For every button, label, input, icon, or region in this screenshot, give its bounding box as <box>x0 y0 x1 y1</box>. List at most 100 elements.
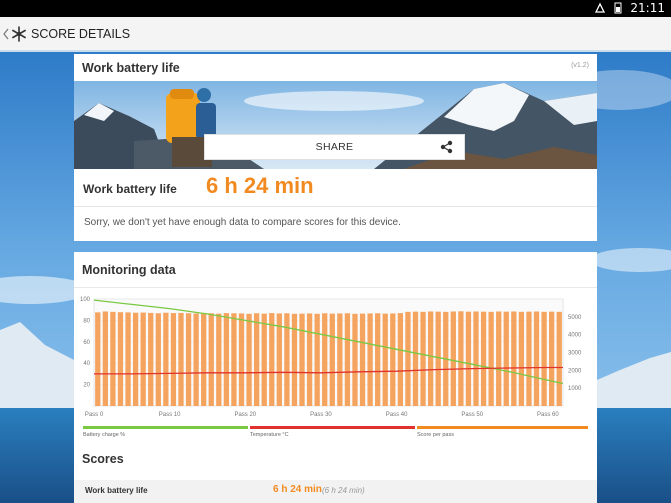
comparison-note: Sorry, we don't yet have enough data to … <box>84 217 401 228</box>
x-axis-tick-label: Pass 0 <box>85 412 104 418</box>
legend-label-temperature: Temperature °C <box>250 432 289 438</box>
right-axis-tick-label: 4000 <box>568 333 582 339</box>
page-title: SCORE DETAILS <box>31 26 131 41</box>
x-axis-tick-label: Pass 50 <box>461 412 483 418</box>
score-bar <box>178 312 184 406</box>
score-bar <box>473 311 479 406</box>
score-bar <box>306 313 313 406</box>
score-bar <box>276 313 282 406</box>
score-bar <box>458 311 464 406</box>
score-bar <box>344 313 351 406</box>
score-bar <box>269 313 275 406</box>
score-bar <box>450 311 456 406</box>
left-axis-tick-label: 40 <box>83 361 90 367</box>
score-bar <box>223 313 230 406</box>
table-row: Work battery life 6 h 24 min (6 h 24 min… <box>74 480 597 503</box>
share-label: SHARE <box>315 141 354 153</box>
right-axis-tick-label: 1000 <box>568 386 582 392</box>
score-bar <box>480 311 487 406</box>
score-bar <box>322 313 328 406</box>
monitoring-chart: 20 40 60 80 100 1000 2000 3000 4000 5000 Pass 0 Pas… <box>80 297 582 418</box>
left-axis-tick-label: 60 <box>83 340 90 346</box>
score-bar <box>382 313 388 406</box>
score-bar <box>367 313 373 406</box>
back-button[interactable] <box>3 25 27 42</box>
score-bar <box>185 313 192 406</box>
left-axis-tick-label: 20 <box>83 383 90 389</box>
left-axis-tick-label: 100 <box>80 297 91 303</box>
score-bar <box>496 311 502 406</box>
legend-label-battery: Battery charge % <box>83 432 126 438</box>
x-axis-tick-label: Pass 60 <box>537 412 559 418</box>
score-bar <box>390 313 396 406</box>
score-bar <box>526 311 532 406</box>
score-bar <box>140 312 146 406</box>
score-bar <box>435 311 441 406</box>
score-bar <box>549 311 555 406</box>
status-bar: 21:11 <box>0 0 671 17</box>
app-bar: SCORE DETAILS <box>0 17 671 52</box>
card-title: Work battery life <box>82 61 180 75</box>
score-bar <box>314 313 320 406</box>
x-axis-tick-label: Pass 40 <box>386 412 408 418</box>
score-bar <box>299 313 305 406</box>
score-bar <box>170 313 177 406</box>
right-axis-tick-label: 3000 <box>568 351 582 357</box>
score-row: Work battery life 6 h 24 min <box>74 169 597 207</box>
share-icon <box>440 140 453 154</box>
card-title: Monitoring data <box>82 263 176 277</box>
score-bar <box>231 313 237 406</box>
score-bar <box>556 311 562 406</box>
monitoring-card: Monitoring data 20 40 60 80 100 1000 2000 3000 4… <box>74 252 597 503</box>
score-bar <box>329 313 335 406</box>
score-bar <box>488 311 494 406</box>
battery-icon <box>614 2 622 14</box>
score-bar <box>125 312 131 406</box>
notification-icon <box>595 2 606 13</box>
score-bar <box>375 313 381 406</box>
score-bar <box>193 313 199 406</box>
score-bar <box>291 313 298 406</box>
score-bar <box>465 311 472 406</box>
x-axis-tick-label: Pass 10 <box>159 412 181 418</box>
version-label: (v1.2) <box>571 62 589 69</box>
score-bar <box>238 313 245 406</box>
score-bar <box>337 313 343 406</box>
score-bar <box>541 311 547 406</box>
score-secondary: (6 h 24 min) <box>322 486 365 495</box>
score-bar <box>216 313 222 406</box>
x-axis-tick-label: Pass 20 <box>234 412 256 418</box>
score-value: 6 h 24 min <box>206 173 314 198</box>
legend-label-score: Score per pass <box>417 432 454 438</box>
right-axis-tick-label: 5000 <box>568 315 582 321</box>
score-bar <box>155 313 161 406</box>
score-name: Work battery life <box>85 486 148 495</box>
clock: 21:11 <box>630 1 665 15</box>
score-bar <box>397 313 404 406</box>
snowflake-logo-icon <box>12 25 26 42</box>
score-bar <box>163 312 169 406</box>
score-bar <box>95 312 101 406</box>
share-button[interactable]: SHARE <box>204 134 465 160</box>
left-axis-tick-label: 80 <box>83 318 90 324</box>
score-bar <box>511 311 517 406</box>
score-bar <box>117 312 124 406</box>
divider <box>74 287 597 288</box>
legend-swatch-score <box>417 426 588 429</box>
score-value: 6 h 24 min <box>273 484 322 495</box>
score-bar <box>405 311 411 406</box>
score-bar <box>420 311 426 406</box>
summary-card: Work battery life (v1.2) SHARE Work batt… <box>74 54 597 241</box>
score-bar <box>246 313 252 406</box>
score-bar <box>208 313 214 406</box>
score-bar <box>132 312 139 406</box>
score-bar <box>533 311 540 406</box>
legend-swatch-temperature <box>250 426 415 429</box>
x-axis-tick-label: Pass 30 <box>310 412 332 418</box>
score-label: Work battery life <box>83 182 177 196</box>
score-bar <box>503 311 509 406</box>
score-bar <box>102 311 108 406</box>
score-bar <box>352 313 358 406</box>
score-bar <box>261 313 267 406</box>
right-axis-tick-label: 2000 <box>568 368 582 374</box>
